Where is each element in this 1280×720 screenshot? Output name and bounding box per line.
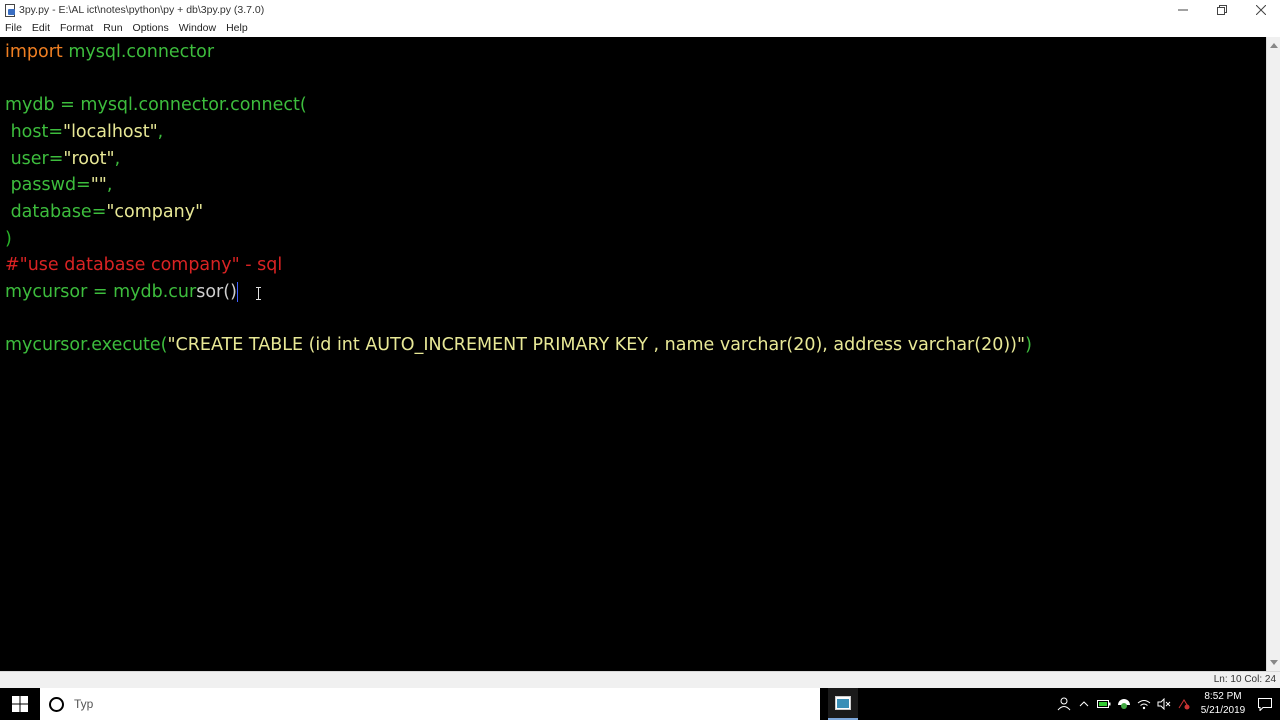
code-line-1: import mysql.connector [5,40,214,64]
code-line-10: mycursor = mydb.cursor() [5,280,238,304]
code-text: , [106,175,113,195]
people-icon[interactable] [1054,688,1074,720]
string-literal: "root" [63,149,115,169]
code-text: user= [5,149,64,169]
code-line-5: user="root", [5,147,121,171]
code-text: sor() [196,282,237,302]
code-editor[interactable]: import mysql.connector mydb = mysql.conn… [0,37,1266,671]
wifi-icon[interactable] [1134,688,1154,720]
code-text: mycursor.execute( [5,335,168,355]
search-placeholder: Typ [74,697,94,711]
text-caret [236,282,238,302]
string-literal: "CREATE TABLE (id int AUTO_INCREMENT PRI… [167,335,1026,355]
code-line-7: database="company" [5,200,204,224]
close-button[interactable] [1241,0,1280,19]
windows-logo-icon [12,696,28,712]
minimize-button[interactable] [1163,0,1202,19]
scroll-down-icon[interactable] [1270,660,1278,665]
code-line-6: passwd="", [5,173,113,197]
taskbar: Typ 8:52 PM 5/21/2019 [0,688,1280,720]
restore-icon [1216,4,1227,15]
vertical-scrollbar[interactable] [1266,37,1280,671]
code-line-8: ) [5,227,12,251]
chevron-up-icon[interactable] [1074,688,1094,720]
menu-run[interactable]: Run [103,22,122,34]
volume-muted-icon[interactable] [1154,688,1174,720]
ibeam-cursor-icon [256,287,261,300]
close-icon [1255,4,1266,15]
cortana-icon [49,696,64,712]
notification-icon [1258,697,1272,711]
menu-format[interactable]: Format [60,22,93,34]
code-line-3: mydb = mysql.connector.connect( [5,93,307,117]
string-literal: "company" [106,202,204,222]
code-text: mydb = mysql.connector.connect( [5,95,307,115]
code-text: ) [5,229,12,249]
status-bar: Ln: 10 Col: 24 [0,671,1280,688]
restore-button[interactable] [1202,0,1241,19]
comment: #"use database company" - sql [5,255,283,275]
string-literal: "localhost" [63,122,158,142]
clock-date: 5/21/2019 [1200,705,1246,716]
network-alert-icon[interactable] [1174,688,1194,720]
code-text: host= [5,122,64,142]
code-line-12: mycursor.execute("CREATE TABLE (id int A… [5,333,1032,357]
clock-time: 8:52 PM [1204,691,1242,702]
window-title: 3py.py - E:\AL ict\notes\python\py + db\… [19,3,265,16]
code-line-9: #"use database company" - sql [5,253,282,277]
idle-file-icon [4,3,16,17]
menu-options[interactable]: Options [133,22,169,34]
code-text: , [157,122,164,142]
keyword-import: import [5,42,63,62]
menu-bar: File Edit Format Run Options Window Help [0,19,1280,37]
code-line-4: host="localhost", [5,120,164,144]
start-button[interactable] [0,688,40,720]
menu-help[interactable]: Help [226,22,248,34]
defender-icon[interactable] [1114,688,1134,720]
window-controls [1163,0,1280,19]
system-tray: 8:52 PM 5/21/2019 [1054,688,1280,720]
code-text: mycursor = mydb.cur [5,282,197,302]
scroll-up-icon[interactable] [1270,43,1278,48]
battery-icon[interactable] [1094,688,1114,720]
code-text: passwd= [5,175,91,195]
string-literal: "" [90,175,107,195]
clock[interactable]: 8:52 PM 5/21/2019 [1196,690,1250,718]
code-text: mysql.connector [62,42,215,62]
menu-window[interactable]: Window [179,22,216,34]
menu-edit[interactable]: Edit [32,22,50,34]
taskbar-search-box[interactable]: Typ [40,688,820,720]
idle-app-icon [835,696,851,710]
taskbar-app-idle[interactable] [828,688,858,720]
code-text: , [114,149,121,169]
cursor-position: Ln: 10 Col: 24 [1213,674,1276,685]
code-text: ) [1025,335,1032,355]
minimize-icon [1177,9,1188,10]
action-center-button[interactable] [1250,688,1280,720]
title-bar: 3py.py - E:\AL ict\notes\python\py + db\… [0,0,1280,19]
menu-file[interactable]: File [5,22,22,34]
code-text: database= [5,202,107,222]
